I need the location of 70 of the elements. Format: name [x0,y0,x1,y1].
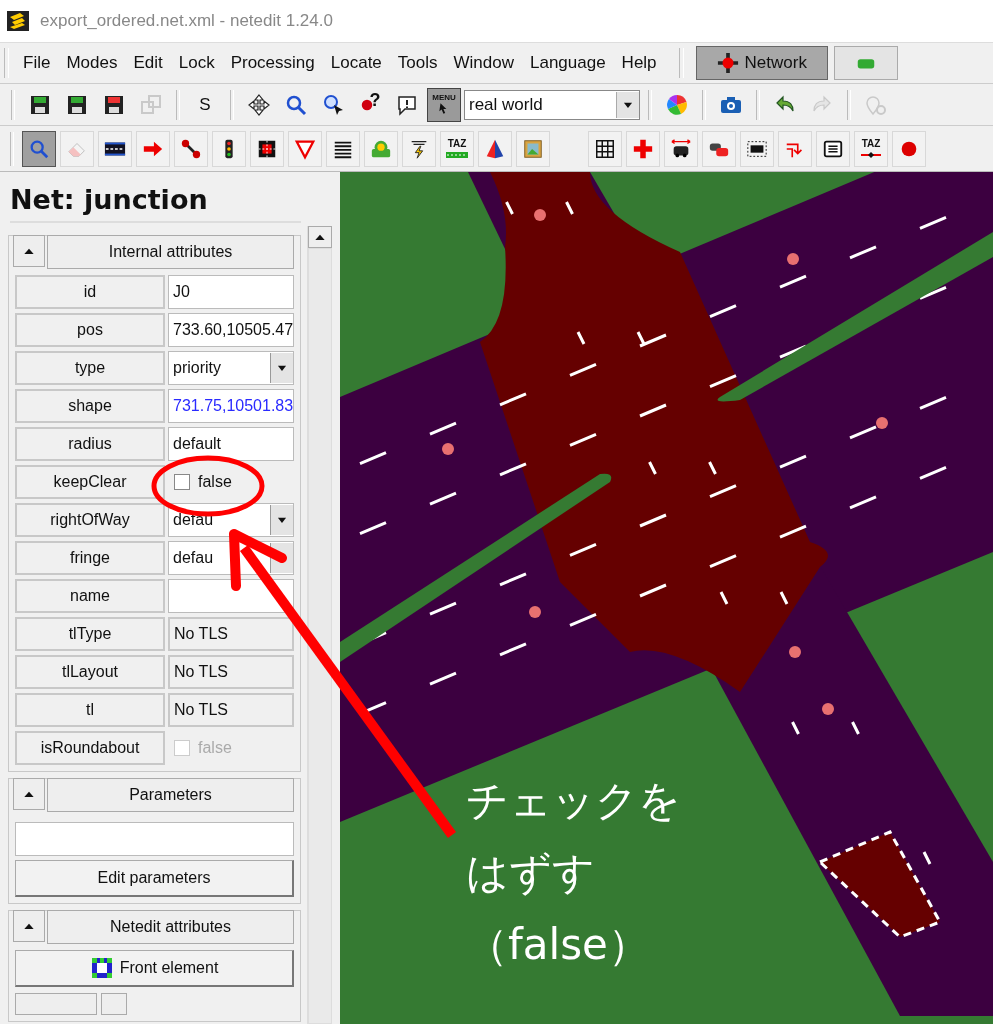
network-mode-button[interactable]: Network [695,46,828,80]
menu-item[interactable]: Window [445,49,522,77]
edit-parameters-button[interactable]: Edit parameters [15,860,294,897]
checkbox-label: false [198,473,232,491]
value-field[interactable]: J0 [168,275,294,309]
menu-item[interactable]: Help [613,49,665,77]
menu-item[interactable]: Tools [389,49,446,77]
front-element-icon [89,956,114,980]
copy-icon [139,92,163,117]
checkbox[interactable] [174,474,190,490]
menu-item[interactable]: Locate [322,49,390,77]
attribute-button[interactable]: rightOfWay [15,503,165,537]
value-field[interactable]: 731.75,10501.83 [168,389,294,423]
menu-item[interactable]: File [15,49,59,77]
inspector-title: Net: junction [10,184,301,223]
collapse-button[interactable] [13,910,45,942]
junction-icon [716,52,739,74]
attribute-button[interactable]: fringe [15,541,165,575]
attribute-button[interactable]: shape [15,389,165,423]
attribute-button[interactable]: tl [15,693,165,727]
taz-line-icon [860,150,882,159]
section-header: Internal attributes [47,235,294,269]
attribute-button[interactable]: radius [15,427,165,461]
attribute-button[interactable]: name [15,579,165,613]
attribute-button[interactable]: tlLayout [15,655,165,689]
parameters-field[interactable] [15,822,294,856]
taz-mode-button[interactable]: TAZ [854,130,888,167]
collapse-button[interactable] [13,778,45,810]
menu-icon[interactable]: MENU [427,87,461,122]
value-field: No TLS [168,655,294,689]
attribute-button[interactable]: pos [15,313,165,347]
value-field[interactable]: default [168,427,294,461]
car-arrows-icon [670,137,692,160]
annotation-text: はずす [466,847,596,899]
picture-icon [522,137,544,160]
value-dropdown[interactable]: priority [168,351,294,385]
edit-mode-button[interactable] [22,130,56,167]
view-scheme-dropdown[interactable]: real world [464,89,640,120]
menu-item[interactable]: Lock [170,49,223,77]
taz-area-icon [446,150,468,159]
scroll-up-button[interactable] [308,226,332,248]
color-wheel-icon [665,92,689,117]
annotation-text: チェックを [466,775,681,827]
value-field[interactable]: 733.60,10505.47 [168,313,294,347]
value-field: No TLS [168,617,294,651]
menu-item[interactable]: Modes [58,49,126,77]
menu-item[interactable]: Language [521,49,614,77]
connection-icon [180,137,202,160]
front-element-button[interactable]: Front element [15,950,294,987]
section-header: Netedit attributes [47,910,294,944]
locate-icon [321,92,345,117]
help-button[interactable]: ? [353,87,387,122]
menu-item[interactable]: Edit [125,49,171,77]
plus-icon [632,137,654,160]
annotation-text: （false） [466,919,651,971]
collapse-button[interactable] [13,235,45,267]
window-title: export_ordered.net.xml - netedit 1.24.0 [40,11,333,31]
s-button[interactable]: S [188,87,222,122]
section-header: Parameters [47,778,294,812]
move-icon [247,92,271,117]
taz-mode-button[interactable]: TAZ [440,130,474,167]
attribute-button[interactable]: type [15,351,165,385]
attribute-button[interactable]: tlType [15,617,165,651]
grid-icon [594,137,616,160]
attribute-button[interactable]: id [15,275,165,309]
menu-item[interactable]: Processing [222,49,323,77]
attribute-button[interactable]: keepClear [15,465,165,499]
value-field: No TLS [168,693,294,727]
app-logo-icon [6,9,30,33]
checkbox-label: false [198,739,232,757]
